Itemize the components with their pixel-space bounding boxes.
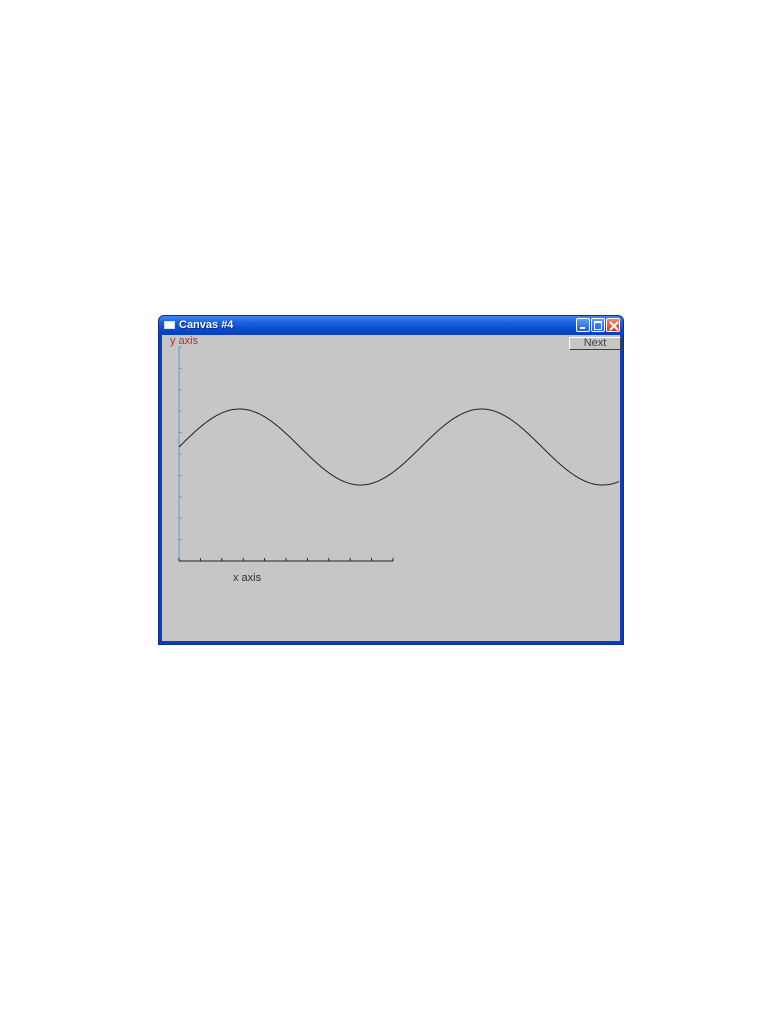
x-axis-label: x axis xyxy=(233,572,262,584)
x-axis xyxy=(178,558,394,562)
next-button[interactable]: Next xyxy=(569,337,621,350)
title-bar[interactable]: Canvas #4 xyxy=(159,316,623,335)
maximize-button[interactable] xyxy=(591,318,605,332)
canvas-window: Canvas #4 y axis x axis Next xyxy=(158,315,624,645)
close-icon xyxy=(609,321,619,331)
canvas-area[interactable]: y axis x axis Next xyxy=(162,335,621,641)
plot-canvas: y axis x axis xyxy=(170,335,620,584)
window-icon xyxy=(164,321,175,329)
minimize-button[interactable] xyxy=(576,318,590,332)
sine-curve xyxy=(178,408,620,486)
y-axis xyxy=(178,346,182,562)
close-button[interactable] xyxy=(606,318,620,332)
y-axis-label: y axis xyxy=(170,335,199,347)
window-title: Canvas #4 xyxy=(179,319,234,331)
